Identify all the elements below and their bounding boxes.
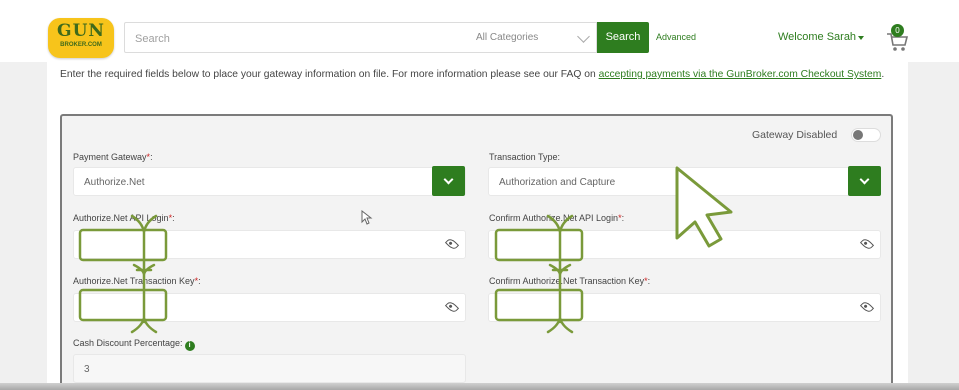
payment-gateway-value: Authorize.Net	[84, 177, 145, 188]
cash-discount-input[interactable]: 3	[73, 354, 466, 383]
caret-down-icon[interactable]	[858, 36, 864, 40]
payment-gateway-dropdown-button[interactable]	[432, 166, 465, 196]
intro-body: Enter the required fields below to place…	[60, 69, 599, 80]
intro-end: .	[881, 69, 885, 80]
search-button[interactable]: Search	[597, 22, 649, 53]
transaction-type-value: Authorization and Capture	[499, 177, 616, 188]
transaction-key-input[interactable]	[73, 293, 466, 322]
gateway-status-label: Gateway Disabled	[752, 129, 838, 141]
transaction-key-label: Authorize.Net Transaction Key*:	[73, 276, 201, 286]
toggle-knob	[853, 130, 863, 140]
transaction-type-label: Transaction Type:	[489, 152, 561, 162]
confirm-transaction-key-label-text: Confirm Authorize.Net Transaction Key	[489, 276, 645, 286]
confirm-transaction-key-input[interactable]	[488, 293, 881, 322]
site-header: GUN BROKER.COM All Categories Search Adv…	[0, 0, 959, 70]
cash-discount-value: 3	[84, 364, 90, 375]
cash-discount-label-text: Cash Discount Percentage:	[73, 338, 183, 348]
left-gutter	[0, 62, 47, 390]
logo-text: GUN	[57, 21, 105, 41]
welcome-menu[interactable]: Welcome Sarah	[778, 31, 856, 43]
transaction-type-select[interactable]: Authorization and Capture	[488, 167, 881, 196]
search-input[interactable]	[125, 23, 457, 54]
payment-gateway-label-text: Payment Gateway	[73, 152, 147, 162]
chevron-down-icon	[577, 30, 590, 43]
info-icon[interactable]: i	[184, 341, 195, 351]
advanced-search-link[interactable]: Advanced	[656, 32, 696, 42]
payment-gateway-label: Payment Gateway*:	[73, 152, 153, 162]
api-login-label-text: Authorize.Net API Login	[73, 213, 169, 223]
confirm-api-login-input[interactable]	[488, 230, 881, 259]
intro-text: Enter the required fields below to place…	[60, 67, 900, 82]
confirm-api-login-label-text: Confirm Authorize.Net API Login	[489, 213, 619, 223]
cash-discount-label: Cash Discount Percentage: i	[73, 338, 195, 351]
right-gutter	[908, 62, 959, 390]
bottom-edge	[0, 383, 959, 390]
payment-gateway-select[interactable]: Authorize.Net	[73, 167, 466, 196]
faq-link[interactable]: accepting payments via the GunBroker.com…	[599, 69, 882, 80]
transaction-key-label-text: Authorize.Net Transaction Key	[73, 276, 195, 286]
chevron-down-icon	[443, 174, 454, 185]
confirm-transaction-key-label: Confirm Authorize.Net Transaction Key*:	[489, 276, 650, 286]
api-login-label: Authorize.Net API Login*:	[73, 213, 175, 223]
label-colon: :	[198, 276, 201, 286]
api-login-input[interactable]	[73, 230, 466, 259]
gateway-toggle[interactable]	[851, 128, 881, 142]
category-selected: All Categories	[476, 32, 539, 43]
logo-subtext: BROKER.COM	[60, 42, 102, 48]
search-box[interactable]	[124, 22, 468, 54]
category-select[interactable]: All Categories	[467, 22, 597, 53]
chevron-down-icon	[859, 174, 870, 185]
cart-count-badge: 0	[891, 24, 904, 37]
label-colon: :	[172, 213, 175, 223]
cart-button[interactable]: 0	[884, 24, 910, 52]
confirm-api-login-label: Confirm Authorize.Net API Login*:	[489, 213, 624, 223]
transaction-type-dropdown-button[interactable]	[848, 166, 881, 196]
label-colon: :	[621, 213, 625, 223]
gunbroker-logo[interactable]: GUN BROKER.COM	[48, 18, 114, 58]
label-colon: :	[150, 152, 153, 162]
label-colon: :	[647, 276, 651, 286]
